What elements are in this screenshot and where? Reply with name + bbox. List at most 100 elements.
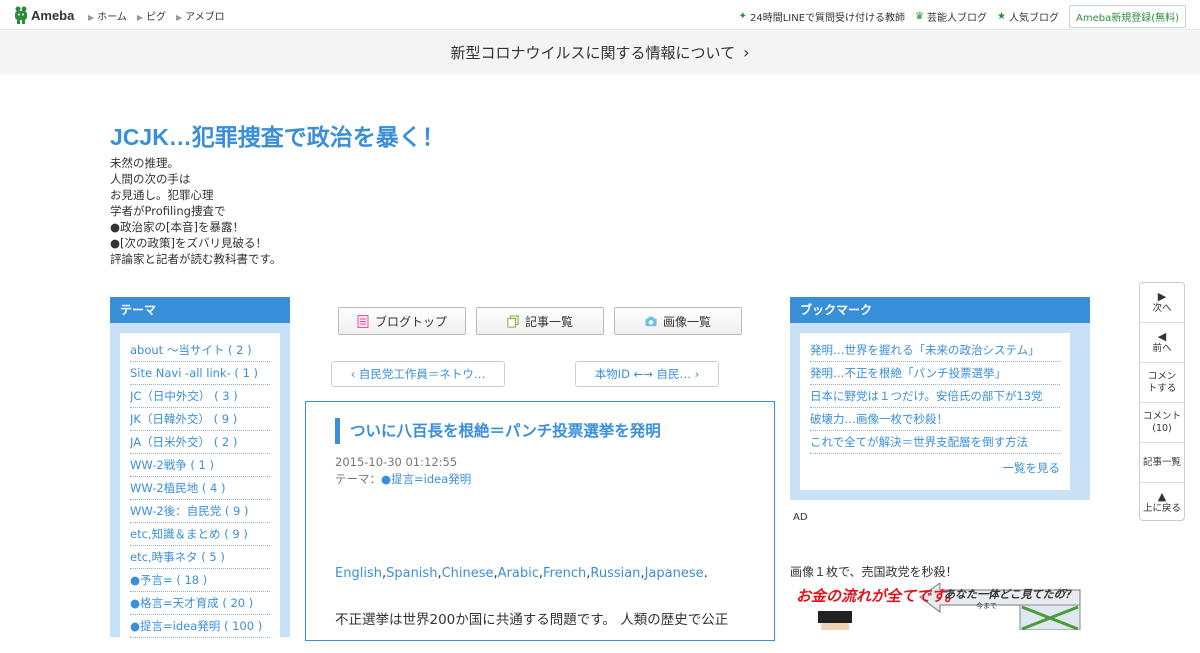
caret-right-icon: ▶ <box>176 13 183 22</box>
link-popular-blog-label: 人気ブログ <box>1008 13 1059 24</box>
theme-item[interactable]: Site Navi -all link- ( 1 ) <box>130 362 270 385</box>
write-comment-button[interactable]: コメントする <box>1140 363 1184 403</box>
global-nav: ▶ ホーム ▶ ピグ ▶ アメブロ <box>88 8 225 23</box>
theme-item[interactable]: WW-2植民地 ( 4 ) <box>130 477 270 500</box>
bookmark-item[interactable]: これで全てが解決＝世界支配層を倒す方法 <box>810 431 1060 454</box>
theme-heading: テーマ <box>110 297 290 323</box>
entry-list-side-button[interactable]: 記事一覧 <box>1140 443 1184 483</box>
blog-description-line: 人間の次の手は <box>110 172 191 186</box>
caret-right-icon: ▶ <box>88 13 95 22</box>
theme-item[interactable]: etc,知識＆まとめ ( 9 ) <box>130 523 270 546</box>
blog-top-button[interactable]: ブログトップ <box>338 307 466 335</box>
bookmark-item[interactable]: 発明…世界を握れる「未来の政治システム」 <box>810 339 1060 362</box>
link-celebrity-blog[interactable]: ♛ 芸能人ブログ <box>915 9 987 24</box>
article-theme: テーマ：●提言=idea発明 <box>335 471 471 487</box>
image-list-label: 画像一覧 <box>662 314 711 329</box>
blog-description-line: ●[次の政策]をズバリ見破る！ <box>110 236 268 250</box>
covid-notice-banner[interactable]: 新型コロナウイルスに関する情報について › <box>0 31 1200 74</box>
header-right-links: ✦ 24時間LINEで質問受け付ける教師 ♛ 芸能人ブログ ★ 人気ブログ Ameba… <box>739 5 1186 28</box>
global-header: Ameba ▶ ホーム ▶ ピグ ▶ アメブロ ✦ 24時間LINEで質問受け付ける教師… <box>0 0 1200 30</box>
nav-home[interactable]: ▶ ホーム <box>88 8 127 23</box>
link-line-teacher[interactable]: ✦ 24時間LINEで質問受け付ける教師 <box>739 9 905 24</box>
comments-count: (10) <box>1152 422 1172 434</box>
blog-top-label: ブログトップ <box>374 314 447 329</box>
nav-ameblo[interactable]: ▶ アメブロ <box>176 8 225 23</box>
ad-banner-text-left: お金の流れが全てです。 <box>796 587 960 605</box>
theme-item[interactable]: ●提言=idea発明 ( 100 ) <box>130 615 270 638</box>
theme-item[interactable]: etc,時事ネタ ( 5 ) <box>130 546 270 569</box>
blog-title[interactable]: JCJK…犯罪捜査で政治を暴く！ <box>110 118 445 152</box>
article-body: 不正選挙は世界200か国に共通する問題です。 人類の歴史で公正 <box>335 612 729 628</box>
ad-banner-text-small: 今まで <box>976 602 997 610</box>
article-theme-label: テーマ： <box>335 472 381 486</box>
bookmark-item[interactable]: 破壊力…画像一枚で秒殺！ <box>810 408 1060 431</box>
blog-description: 未然の推理。 人間の次の手は お見通し。犯罪心理 学者がProfiling捜査で… <box>110 155 281 267</box>
nav-home-label: ホーム <box>97 12 127 23</box>
nav-ameblo-label: アメブロ <box>185 12 225 23</box>
blog-description-line: 学者がProfiling捜査で <box>110 204 226 218</box>
arrow-right-icon: ▶ <box>1157 289 1167 303</box>
lang-link[interactable]: Spanish <box>386 566 437 581</box>
article-title[interactable]: ついに八百長を根絶＝パンチ投票選挙を発明 <box>335 418 661 444</box>
theme-item[interactable]: ●予言= ( 18 ) <box>130 569 270 592</box>
lang-link[interactable]: Japanese <box>645 566 704 581</box>
arrow-left-icon: ◀ <box>1157 329 1167 343</box>
lang-link[interactable]: English <box>335 566 382 581</box>
blog-description-line: 評論家と記者が読む教科書です。 <box>110 252 282 266</box>
lang-link[interactable]: Russian <box>590 566 640 581</box>
write-comment-label: コメントする <box>1147 370 1177 394</box>
link-popular-blog[interactable]: ★ 人気ブログ <box>997 9 1059 24</box>
theme-item[interactable]: JK（日韓外交） ( 9 ) <box>130 408 270 431</box>
theme-item[interactable]: JA（日米外交） ( 2 ) <box>130 431 270 454</box>
theme-sidebar: テーマ about ～当サイト ( 2 ) Site Navi -all lin… <box>110 297 290 653</box>
prev-entry-label: 自民党工作員＝ネトウ… <box>358 367 486 381</box>
floating-nav: ▶ 次へ ◀ 前へ コメントする コメント (10) 記事一覧 ▲ 上に戻る <box>1139 282 1185 521</box>
ameba-logo-text: Ameba <box>31 7 75 23</box>
theme-item[interactable]: JC（日中外交） ( 3 ) <box>130 385 270 408</box>
chevron-right-icon: › <box>691 367 700 381</box>
star-icon: ★ <box>997 11 1006 22</box>
entry-list-label: 記事一覧 <box>524 314 573 329</box>
arrow-up-icon: ▲ <box>1157 490 1167 503</box>
blog-description-line: ●政治家の[本音]を暴露！ <box>110 220 245 234</box>
bookmark-item[interactable]: 日本に野党は１つだけ。安倍氏の部下が13党 <box>810 385 1060 408</box>
next-entry-link[interactable]: 本物ID ←→ 自民… › <box>575 361 719 387</box>
prev-page-label: 前へ <box>1152 342 1172 354</box>
theme-item[interactable]: about ～当サイト ( 2 ) <box>130 339 270 362</box>
copy-icon <box>507 315 519 327</box>
entry-list-side-label: 記事一覧 <box>1142 456 1181 468</box>
next-page-button[interactable]: ▶ 次へ <box>1140 283 1184 323</box>
blog-description-line: お見通し。犯罪心理 <box>110 188 214 202</box>
chevron-left-icon: ‹ <box>350 367 359 381</box>
language-links: English,Spanish,Chinese,Arabic,French,Ru… <box>335 566 708 581</box>
bookmark-more-link[interactable]: 一覧を見る <box>810 460 1061 476</box>
lang-link[interactable]: Arabic <box>498 566 539 581</box>
nav-pigg[interactable]: ▶ ピグ <box>137 8 166 23</box>
ameba-logo[interactable]: Ameba <box>14 6 74 24</box>
comments-button[interactable]: コメント (10) <box>1140 403 1184 443</box>
lang-link[interactable]: French <box>543 566 586 581</box>
bookmark-item[interactable]: 発明…不正を根絶「パンチ投票選挙」 <box>810 362 1060 385</box>
ad-banner[interactable]: お金の流れが全てです。 あなた一体どこ見てたの？ 今まで プフ。 <box>790 583 1086 630</box>
caret-right-icon: ▶ <box>136 13 144 22</box>
prev-page-button[interactable]: ◀ 前へ <box>1140 323 1184 363</box>
theme-item[interactable]: ●格言=天才育成 ( 20 ) <box>130 592 270 615</box>
lang-link[interactable]: Chinese <box>442 566 494 581</box>
camera-icon <box>645 316 657 326</box>
prev-entry-link[interactable]: ‹ 自民党工作員＝ネトウ… <box>331 361 505 387</box>
image-list-button[interactable]: 画像一覧 <box>614 307 742 335</box>
back-to-top-button[interactable]: ▲ 上に戻る <box>1140 483 1184 523</box>
bookmark-heading: ブックマーク <box>790 297 1090 323</box>
ad-banner-text-tail: プフ。 <box>1054 588 1075 596</box>
article-theme-link[interactable]: ●提言=idea発明 <box>381 472 471 486</box>
document-icon <box>357 314 369 328</box>
theme-item[interactable]: WW-2戦争 ( 1 ) <box>130 454 270 477</box>
article-date: 2015-10-30 01:12:55 <box>335 455 458 469</box>
theme-item[interactable]: WW-2後：自民党 ( 9 ) <box>130 500 270 523</box>
register-button[interactable]: Ameba新規登録(無料) <box>1068 5 1186 28</box>
covid-notice-text: 新型コロナウイルスに関する情報について <box>450 44 736 62</box>
bookmark-list: 発明…世界を握れる「未来の政治システム」 発明…不正を根絶「パンチ投票選挙」 日… <box>800 333 1070 490</box>
article: ついに八百長を根絶＝パンチ投票選挙を発明 2015-10-30 01:12:55… <box>305 401 775 641</box>
nav-pigg-label: ピグ <box>146 12 167 23</box>
entry-list-button[interactable]: 記事一覧 <box>476 307 604 335</box>
